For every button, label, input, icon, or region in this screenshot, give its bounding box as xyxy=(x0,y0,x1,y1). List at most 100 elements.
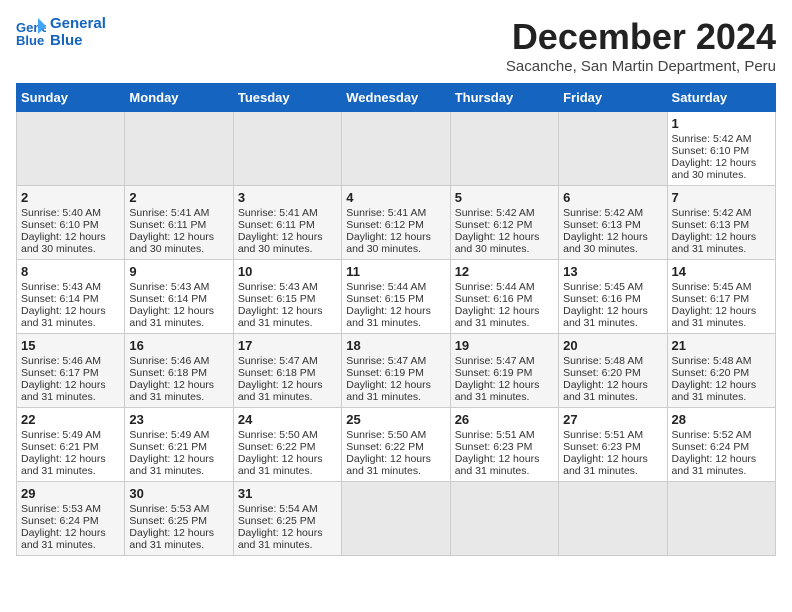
calendar-cell: 8Sunrise: 5:43 AMSunset: 6:14 PMDaylight… xyxy=(17,260,125,334)
sunrise-text: Sunrise: 5:42 AM xyxy=(672,133,752,145)
day-number: 25 xyxy=(346,412,445,427)
calendar-cell: 30Sunrise: 5:53 AMSunset: 6:25 PMDayligh… xyxy=(125,482,233,556)
sunrise-text: Sunrise: 5:52 AM xyxy=(672,429,752,441)
daylight-text: Daylight: 12 hours and 31 minutes. xyxy=(563,379,648,403)
calendar-cell xyxy=(450,112,558,186)
calendar-cell: 14Sunrise: 5:45 AMSunset: 6:17 PMDayligh… xyxy=(667,260,775,334)
sunrise-text: Sunrise: 5:43 AM xyxy=(21,281,101,293)
day-number: 2 xyxy=(21,190,120,205)
sunset-text: Sunset: 6:13 PM xyxy=(672,219,750,231)
sunset-text: Sunset: 6:15 PM xyxy=(346,293,424,305)
day-number: 5 xyxy=(455,190,554,205)
calendar-cell: 20Sunrise: 5:48 AMSunset: 6:20 PMDayligh… xyxy=(559,334,667,408)
week-row-6: 29Sunrise: 5:53 AMSunset: 6:24 PMDayligh… xyxy=(17,482,776,556)
day-number: 10 xyxy=(238,264,337,279)
sunrise-text: Sunrise: 5:44 AM xyxy=(455,281,535,293)
calendar-cell: 12Sunrise: 5:44 AMSunset: 6:16 PMDayligh… xyxy=(450,260,558,334)
daylight-text: Daylight: 12 hours and 31 minutes. xyxy=(455,305,540,329)
daylight-text: Daylight: 12 hours and 30 minutes. xyxy=(672,157,757,181)
sunset-text: Sunset: 6:21 PM xyxy=(129,441,207,453)
calendar-cell: 22Sunrise: 5:49 AMSunset: 6:21 PMDayligh… xyxy=(17,408,125,482)
month-title: December 2024 xyxy=(506,16,776,58)
day-number: 29 xyxy=(21,486,120,501)
daylight-text: Daylight: 12 hours and 30 minutes. xyxy=(346,231,431,255)
daylight-text: Daylight: 12 hours and 31 minutes. xyxy=(563,305,648,329)
daylight-text: Daylight: 12 hours and 31 minutes. xyxy=(455,453,540,477)
calendar-cell: 15Sunrise: 5:46 AMSunset: 6:17 PMDayligh… xyxy=(17,334,125,408)
sunset-text: Sunset: 6:18 PM xyxy=(129,367,207,379)
sunrise-text: Sunrise: 5:40 AM xyxy=(21,207,101,219)
day-number: 3 xyxy=(238,190,337,205)
header: General Blue General Blue December 2024 … xyxy=(16,16,776,75)
logo: General Blue General Blue xyxy=(16,16,106,49)
sunrise-text: Sunrise: 5:53 AM xyxy=(21,503,101,515)
day-number: 18 xyxy=(346,338,445,353)
calendar-cell xyxy=(17,112,125,186)
day-number: 9 xyxy=(129,264,228,279)
sunrise-text: Sunrise: 5:41 AM xyxy=(346,207,426,219)
calendar-cell: 19Sunrise: 5:47 AMSunset: 6:19 PMDayligh… xyxy=(450,334,558,408)
sunrise-text: Sunrise: 5:43 AM xyxy=(129,281,209,293)
calendar-cell: 1Sunrise: 5:42 AMSunset: 6:10 PMDaylight… xyxy=(667,112,775,186)
logo-text-line1: General xyxy=(50,16,106,33)
daylight-text: Daylight: 12 hours and 31 minutes. xyxy=(21,305,106,329)
calendar-cell: 10Sunrise: 5:43 AMSunset: 6:15 PMDayligh… xyxy=(233,260,341,334)
day-number: 28 xyxy=(672,412,771,427)
sunset-text: Sunset: 6:17 PM xyxy=(21,367,99,379)
location-title: Sacanche, San Martin Department, Peru xyxy=(506,58,776,75)
sunrise-text: Sunrise: 5:53 AM xyxy=(129,503,209,515)
day-number: 14 xyxy=(672,264,771,279)
day-header-wednesday: Wednesday xyxy=(342,84,450,112)
sunrise-text: Sunrise: 5:54 AM xyxy=(238,503,318,515)
calendar-body: 1Sunrise: 5:42 AMSunset: 6:10 PMDaylight… xyxy=(17,112,776,556)
sunset-text: Sunset: 6:22 PM xyxy=(346,441,424,453)
calendar-cell xyxy=(342,482,450,556)
sunset-text: Sunset: 6:16 PM xyxy=(455,293,533,305)
svg-text:Blue: Blue xyxy=(16,33,44,48)
day-number: 30 xyxy=(129,486,228,501)
day-number: 16 xyxy=(129,338,228,353)
daylight-text: Daylight: 12 hours and 31 minutes. xyxy=(129,527,214,551)
calendar-cell: 28Sunrise: 5:52 AMSunset: 6:24 PMDayligh… xyxy=(667,408,775,482)
sunrise-text: Sunrise: 5:43 AM xyxy=(238,281,318,293)
day-number: 20 xyxy=(563,338,662,353)
day-number: 13 xyxy=(563,264,662,279)
daylight-text: Daylight: 12 hours and 31 minutes. xyxy=(238,379,323,403)
daylight-text: Daylight: 12 hours and 31 minutes. xyxy=(21,527,106,551)
daylight-text: Daylight: 12 hours and 31 minutes. xyxy=(672,453,757,477)
daylight-text: Daylight: 12 hours and 31 minutes. xyxy=(129,305,214,329)
sunset-text: Sunset: 6:14 PM xyxy=(129,293,207,305)
day-number: 15 xyxy=(21,338,120,353)
sunset-text: Sunset: 6:22 PM xyxy=(238,441,316,453)
calendar-cell: 9 Sunrise: 5:43 AMSunset: 6:14 PMDaylight… xyxy=(125,260,233,334)
day-number: 23 xyxy=(129,412,228,427)
calendar-cell: 4Sunrise: 5:41 AMSunset: 6:12 PMDaylight… xyxy=(342,186,450,260)
sunset-text: Sunset: 6:23 PM xyxy=(455,441,533,453)
calendar-cell: 24Sunrise: 5:50 AMSunset: 6:22 PMDayligh… xyxy=(233,408,341,482)
day-header-saturday: Saturday xyxy=(667,84,775,112)
day-number: 22 xyxy=(21,412,120,427)
day-number: 21 xyxy=(672,338,771,353)
day-header-monday: Monday xyxy=(125,84,233,112)
day-header-sunday: Sunday xyxy=(17,84,125,112)
sunset-text: Sunset: 6:18 PM xyxy=(238,367,316,379)
logo-icon: General Blue xyxy=(16,18,46,48)
week-row-2: 2Sunrise: 5:40 AMSunset: 6:10 PMDaylight… xyxy=(17,186,776,260)
calendar-cell: 25Sunrise: 5:50 AMSunset: 6:22 PMDayligh… xyxy=(342,408,450,482)
calendar-cell: 31Sunrise: 5:54 AMSunset: 6:25 PMDayligh… xyxy=(233,482,341,556)
sunrise-text: Sunrise: 5:46 AM xyxy=(21,355,101,367)
sunrise-text: Sunrise: 5:44 AM xyxy=(346,281,426,293)
sunset-text: Sunset: 6:21 PM xyxy=(21,441,99,453)
calendar-cell: 29Sunrise: 5:53 AMSunset: 6:24 PMDayligh… xyxy=(17,482,125,556)
sunrise-text: Sunrise: 5:47 AM xyxy=(346,355,426,367)
calendar-cell: 18Sunrise: 5:47 AMSunset: 6:19 PMDayligh… xyxy=(342,334,450,408)
sunset-text: Sunset: 6:15 PM xyxy=(238,293,316,305)
calendar-cell: 6Sunrise: 5:42 AMSunset: 6:13 PMDaylight… xyxy=(559,186,667,260)
sunset-text: Sunset: 6:25 PM xyxy=(238,515,316,527)
day-number: 6 xyxy=(563,190,662,205)
day-header-thursday: Thursday xyxy=(450,84,558,112)
sunrise-text: Sunrise: 5:50 AM xyxy=(238,429,318,441)
daylight-text: Daylight: 12 hours and 31 minutes. xyxy=(346,305,431,329)
calendar-cell xyxy=(125,112,233,186)
day-number: 2 xyxy=(129,190,228,205)
